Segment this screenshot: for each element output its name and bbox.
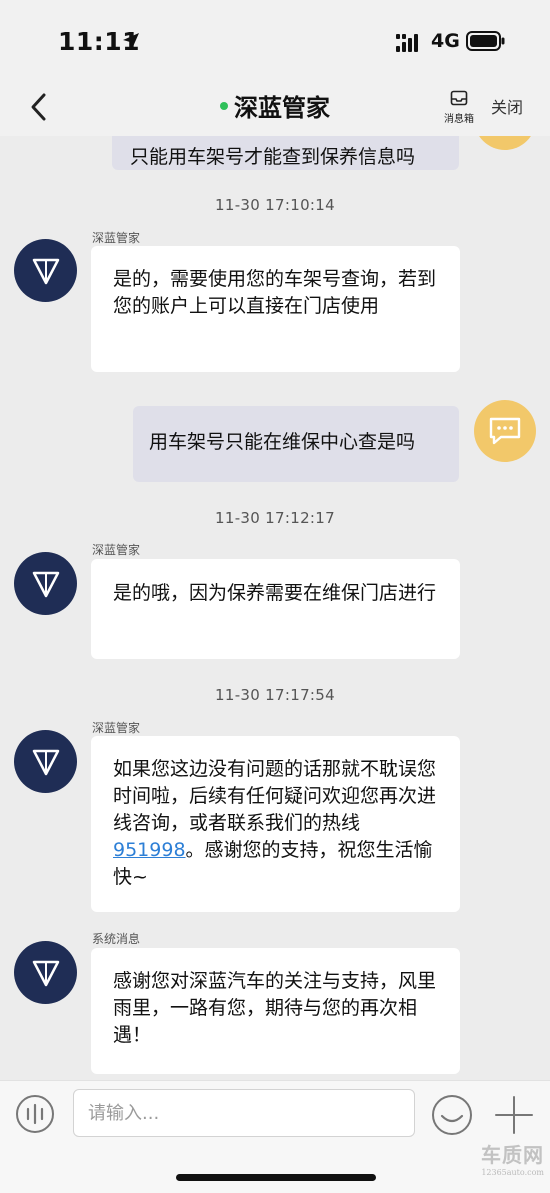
deepal-logo-icon bbox=[32, 960, 59, 986]
inbox-icon bbox=[450, 90, 468, 106]
chat-area[interactable]: 只能用车架号才能查到保养信息吗 11-30 17:10:14 深蓝管家 是的，需… bbox=[0, 136, 550, 1080]
user-avatar bbox=[474, 136, 536, 150]
inbox-label: 消息箱 bbox=[444, 114, 474, 125]
signal-icon bbox=[396, 34, 418, 52]
agent-message-bubble: 是的，需要使用您的车架号查询，若到您的账户上可以直接在门店使用 bbox=[91, 246, 460, 372]
message-text: 用车架号只能在维保中心查是吗 bbox=[149, 431, 416, 453]
online-status-dot bbox=[220, 101, 228, 110]
hotline-link[interactable]: 951998 bbox=[113, 839, 186, 861]
timestamp: 11-30 17:17:54 bbox=[215, 686, 335, 704]
close-button[interactable]: 关闭 bbox=[491, 94, 523, 118]
nav-bar: 深蓝管家 消息箱 关闭 bbox=[0, 78, 550, 136]
home-indicator bbox=[176, 1174, 376, 1181]
agent-message-bubble: 是的哦，因为保养需要在维保门店进行 bbox=[91, 559, 460, 659]
agent-avatar bbox=[14, 941, 77, 1004]
deepal-logo-icon bbox=[32, 749, 59, 775]
watermark: 车质网 12365auto.com bbox=[460, 1139, 544, 1177]
message-text: 如果您这边没有问题的话那就不耽误您时间啦，后续有任何疑问欢迎您再次进线咨询，或者… bbox=[113, 758, 437, 834]
agent-avatar bbox=[14, 552, 77, 615]
deepal-logo-icon bbox=[32, 571, 59, 597]
voice-icon[interactable] bbox=[14, 1093, 56, 1135]
input-bar: 车质网 12365auto.com bbox=[0, 1080, 550, 1193]
sender-name: 系统消息 bbox=[92, 932, 141, 946]
message-text: 是的哦，因为保养需要在维保门店进行 bbox=[113, 582, 437, 604]
message-text: 只能用车架号才能查到保养信息吗 bbox=[130, 146, 416, 168]
emoji-icon[interactable] bbox=[430, 1093, 474, 1137]
network-label: 4G bbox=[431, 30, 460, 52]
timestamp: 11-30 17:12:17 bbox=[215, 509, 335, 527]
agent-avatar bbox=[14, 239, 77, 302]
inbox-button[interactable]: 消息箱 bbox=[440, 90, 478, 125]
location-arrow-icon bbox=[123, 33, 139, 49]
agent-avatar bbox=[14, 730, 77, 793]
chat-bubble-icon bbox=[489, 417, 521, 445]
watermark-site: 12365auto.com bbox=[481, 1168, 544, 1177]
message-text: 是的，需要使用您的车架号查询，若到您的账户上可以直接在门店使用 bbox=[113, 268, 437, 317]
message-text: 感谢您对深蓝汽车的关注与支持，风里雨里，一路有您，期待与您的再次相遇！ bbox=[113, 970, 437, 1046]
timestamp: 11-30 17:10:14 bbox=[215, 196, 335, 214]
sender-name: 深蓝管家 bbox=[92, 543, 141, 557]
message-input[interactable] bbox=[73, 1089, 415, 1137]
user-avatar bbox=[474, 400, 536, 462]
plus-icon[interactable] bbox=[492, 1093, 536, 1137]
deepal-logo-icon bbox=[32, 258, 59, 284]
watermark-brand: 车质网 bbox=[481, 1143, 544, 1167]
battery-icon bbox=[466, 31, 505, 51]
user-message-bubble: 用车架号只能在维保中心查是吗 bbox=[133, 406, 459, 482]
agent-message-bubble: 如果您这边没有问题的话那就不耽误您时间啦，后续有任何疑问欢迎您再次进线咨询，或者… bbox=[91, 736, 460, 912]
user-message-bubble: 只能用车架号才能查到保养信息吗 bbox=[112, 136, 459, 170]
sender-name: 深蓝管家 bbox=[92, 721, 141, 735]
status-bar: 11:11 4G bbox=[0, 0, 550, 78]
sender-name: 深蓝管家 bbox=[92, 231, 141, 245]
page-title: 深蓝管家 bbox=[234, 94, 330, 122]
system-message-bubble: 感谢您对深蓝汽车的关注与支持，风里雨里，一路有您，期待与您的再次相遇！ bbox=[91, 948, 460, 1074]
